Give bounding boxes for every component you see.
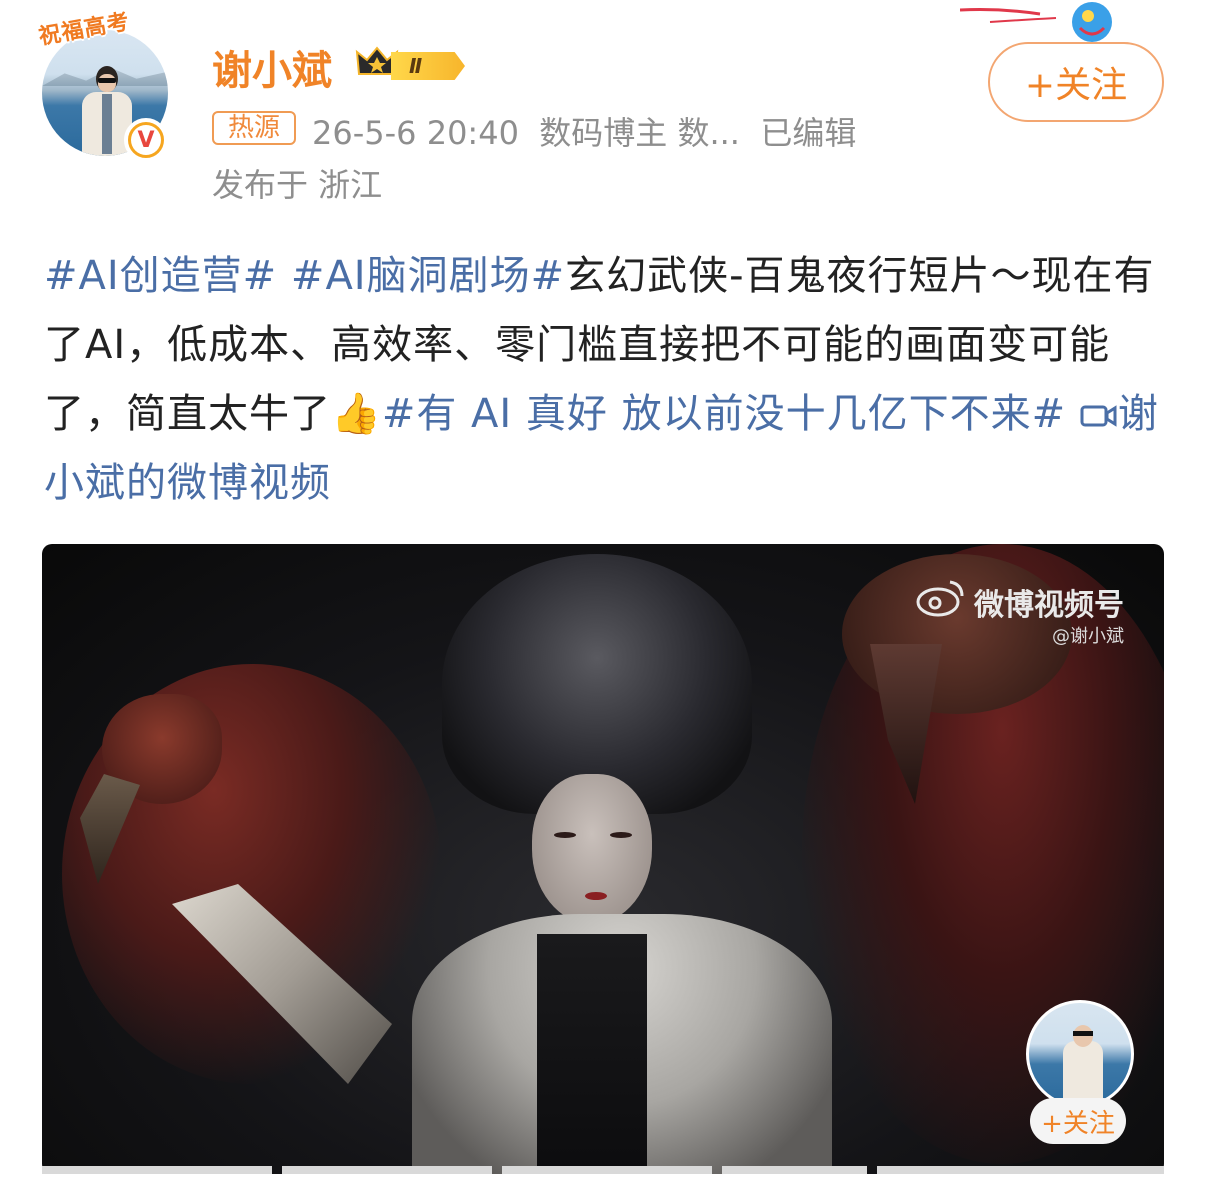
hot-source-tag: 热源 [212, 111, 296, 145]
location-label: 发布于 浙江 [212, 166, 383, 204]
timestamp: 26-5-6 20:40 [312, 114, 519, 152]
member-badge[interactable]: Ⅱ [355, 44, 471, 82]
username[interactable]: 谢小斌 [212, 38, 332, 96]
decoration-sticker-icon [960, 2, 1112, 42]
watermark-title: 微博视频号 [974, 588, 1124, 623]
author-category: 数码博主 数... [539, 114, 740, 152]
hashtag-ai-theater[interactable]: #AI脑洞剧场# [291, 253, 565, 299]
video-icon [1080, 405, 1117, 427]
watermark-user: @谢小斌 [1052, 626, 1124, 647]
hashtag-ai-camp[interactable]: #AI创造营# [44, 253, 277, 299]
post-meta: 26-5-6 20:40 数码博主 数... 已编辑 [312, 108, 856, 154]
video-author-avatar[interactable] [1026, 1000, 1134, 1108]
post-text: #AI创造营# #AI脑洞剧场#玄幻武侠-百鬼夜行短片～现在有了AI，低成本、高… [44, 242, 1174, 518]
thumbs-up-emoji: 👍 [331, 391, 382, 437]
video-follow-button[interactable]: +关注 [1030, 1098, 1126, 1144]
video-player[interactable]: 微博视频号 @谢小斌 [42, 544, 1164, 1174]
verified-icon: V [124, 118, 168, 162]
edited-label: 已编辑 [760, 114, 857, 152]
badge-level: Ⅱ [391, 52, 465, 80]
video-progress-segments [42, 1166, 1164, 1174]
weibo-logo-icon [916, 580, 964, 617]
hashtag-ai-good[interactable]: #有 AI 真好 放以前没十几亿下不来# [382, 391, 1066, 437]
follow-button[interactable]: +关注 [988, 42, 1164, 122]
